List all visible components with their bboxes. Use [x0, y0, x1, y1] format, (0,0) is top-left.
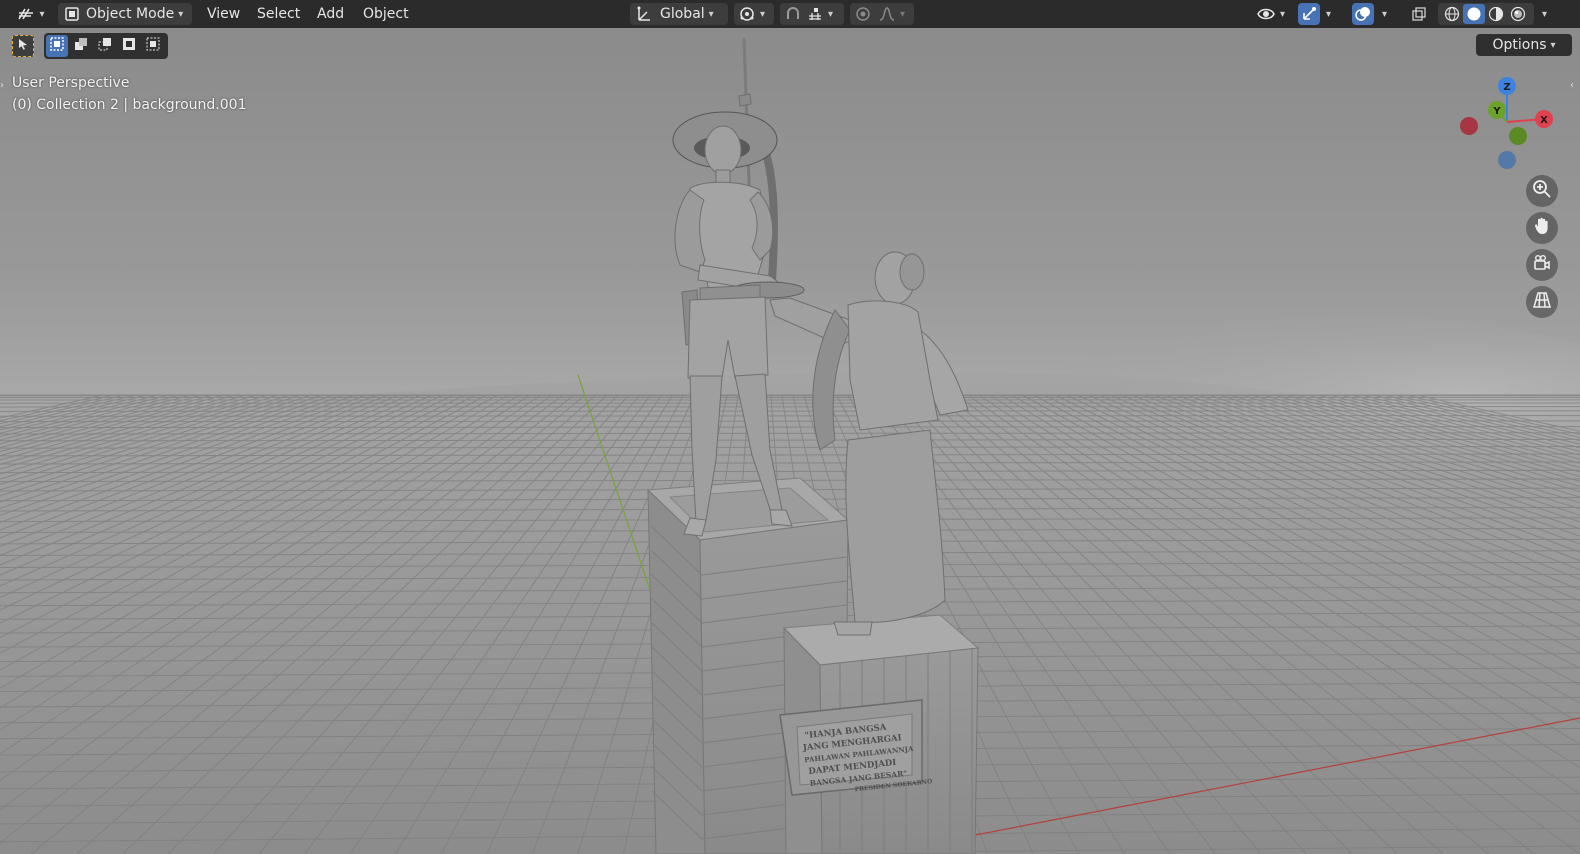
chevron-down-icon: ▾ — [1542, 8, 1548, 20]
snap-increment-icon[interactable] — [806, 5, 824, 23]
selection-mode-group — [44, 33, 168, 59]
chevron-down-icon: ▾ — [828, 8, 834, 20]
camera-view-button[interactable] — [1526, 249, 1558, 281]
overlays-toggle[interactable] — [1352, 3, 1374, 25]
shading-dropdown[interactable]: ▾ — [1538, 3, 1558, 25]
select-tool-button[interactable] — [12, 35, 34, 57]
viewport-info: User Perspective (0) Collection 2 | back… — [12, 72, 246, 116]
chevron-down-icon: ▾ — [1382, 8, 1388, 20]
shading-mode-group[interactable] — [1438, 3, 1534, 25]
menu-view[interactable]: View — [207, 4, 240, 24]
editor-type-button[interactable]: ▾ — [12, 3, 50, 25]
y-axis-label: Y — [1492, 106, 1501, 117]
select-extend-button[interactable] — [70, 35, 92, 57]
editor-type-icon — [17, 6, 35, 22]
zoom-button[interactable] — [1526, 175, 1558, 207]
options-dropdown[interactable]: Options ▾ — [1476, 34, 1572, 56]
menu-select[interactable]: Select — [257, 4, 300, 24]
gizmo-icon — [1301, 6, 1317, 22]
chevron-down-icon: ▾ — [39, 8, 45, 20]
3d-viewport[interactable]: "HANJA BANGSA JANG MENGHARGAI PAHLAWAN P… — [0, 28, 1580, 854]
menu-object[interactable]: Object — [363, 4, 409, 24]
menu-add[interactable]: Add — [317, 4, 344, 24]
mode-selector[interactable]: Object Mode ▾ — [58, 3, 192, 25]
navigation-gizmo[interactable]: Z X Y — [1452, 72, 1564, 176]
wireframe-shading-icon[interactable] — [1441, 4, 1463, 24]
viewport-header: ▾ Object Mode ▾ View Select Add Object G… — [0, 0, 1580, 28]
snap-icon[interactable] — [784, 5, 802, 23]
object-mode-icon — [64, 6, 80, 22]
chevron-down-icon: ▾ — [1326, 8, 1332, 20]
snap-group[interactable]: ▾ — [780, 3, 844, 25]
orientation-icon — [635, 5, 653, 23]
select-intersect-icon — [145, 36, 161, 56]
toolbar-expand-arrow[interactable]: › — [0, 80, 8, 96]
overlays-icon — [1355, 6, 1371, 22]
neg-x-axis-handle — [1460, 117, 1478, 135]
select-invert-icon — [121, 36, 137, 56]
box-select-icon — [49, 36, 65, 56]
pivot-point-icon — [738, 5, 756, 23]
cursor-arrow-icon — [16, 37, 30, 55]
chevron-down-icon: ▾ — [1550, 39, 1556, 51]
proportional-editing-group[interactable]: ▾ — [850, 3, 914, 25]
hand-pan-icon — [1532, 216, 1552, 240]
chevron-down-icon: ▾ — [900, 8, 906, 20]
chevron-down-icon: ▾ — [760, 8, 766, 20]
options-label: Options — [1492, 37, 1547, 53]
x-axis-label: X — [1540, 115, 1548, 126]
sidebar-expand-arrow[interactable]: ‹ — [1570, 80, 1580, 96]
select-subtract-icon — [97, 36, 113, 56]
chevron-down-icon: ▾ — [178, 8, 184, 20]
viewport-scene: "HANJA BANGSA JANG MENGHARGAI PAHLAWAN P… — [0, 37, 1580, 854]
rendered-shading-icon[interactable] — [1507, 4, 1529, 24]
material-preview-icon[interactable] — [1485, 4, 1507, 24]
camera-view-icon — [1532, 253, 1552, 277]
select-invert-button[interactable] — [118, 35, 140, 57]
mode-label: Object Mode — [86, 6, 175, 22]
z-axis-label: Z — [1503, 82, 1510, 93]
perspective-toggle-button[interactable] — [1526, 286, 1558, 318]
select-extend-icon — [73, 36, 89, 56]
visibility-icon — [1256, 6, 1276, 22]
chevron-down-icon: ▾ — [1280, 8, 1286, 20]
gizmo-toggle[interactable] — [1298, 3, 1320, 25]
select-subtract-button[interactable] — [94, 35, 116, 57]
neg-z-axis-handle — [1498, 151, 1516, 169]
overlays-dropdown[interactable]: ▾ — [1378, 3, 1398, 25]
xray-toggle[interactable] — [1408, 3, 1430, 25]
pan-button[interactable] — [1526, 212, 1558, 244]
solid-shading-icon[interactable] — [1463, 4, 1485, 24]
inscription-plaque: "HANJA BANGSA JANG MENGHARGAI PAHLAWAN P… — [779, 699, 933, 796]
view-name: User Perspective — [12, 75, 130, 91]
select-intersect-button[interactable] — [142, 35, 164, 57]
zoom-icon — [1532, 179, 1552, 203]
falloff-curve-icon[interactable] — [878, 5, 896, 23]
visibility-selector[interactable]: ▾ — [1252, 3, 1292, 25]
orientation-label: Global — [660, 6, 705, 22]
ortho-grid-icon — [1532, 290, 1552, 314]
select-new-button[interactable] — [46, 35, 68, 57]
gizmo-dropdown[interactable]: ▾ — [1322, 3, 1342, 25]
short-pedestal: "HANJA BANGSA JANG MENGHARGAI PAHLAWAN P… — [779, 614, 980, 854]
transform-orientation-selector[interactable]: Global ▾ — [630, 3, 728, 25]
proportional-editing-icon[interactable] — [854, 5, 872, 23]
neg-y-axis-handle — [1509, 127, 1527, 145]
collection-info: (0) Collection 2 | background.001 — [12, 97, 247, 113]
pivot-point-selector[interactable]: ▾ — [734, 3, 774, 25]
xray-icon — [1411, 6, 1427, 22]
chevron-down-icon: ▾ — [708, 8, 714, 20]
tool-header — [12, 32, 168, 60]
